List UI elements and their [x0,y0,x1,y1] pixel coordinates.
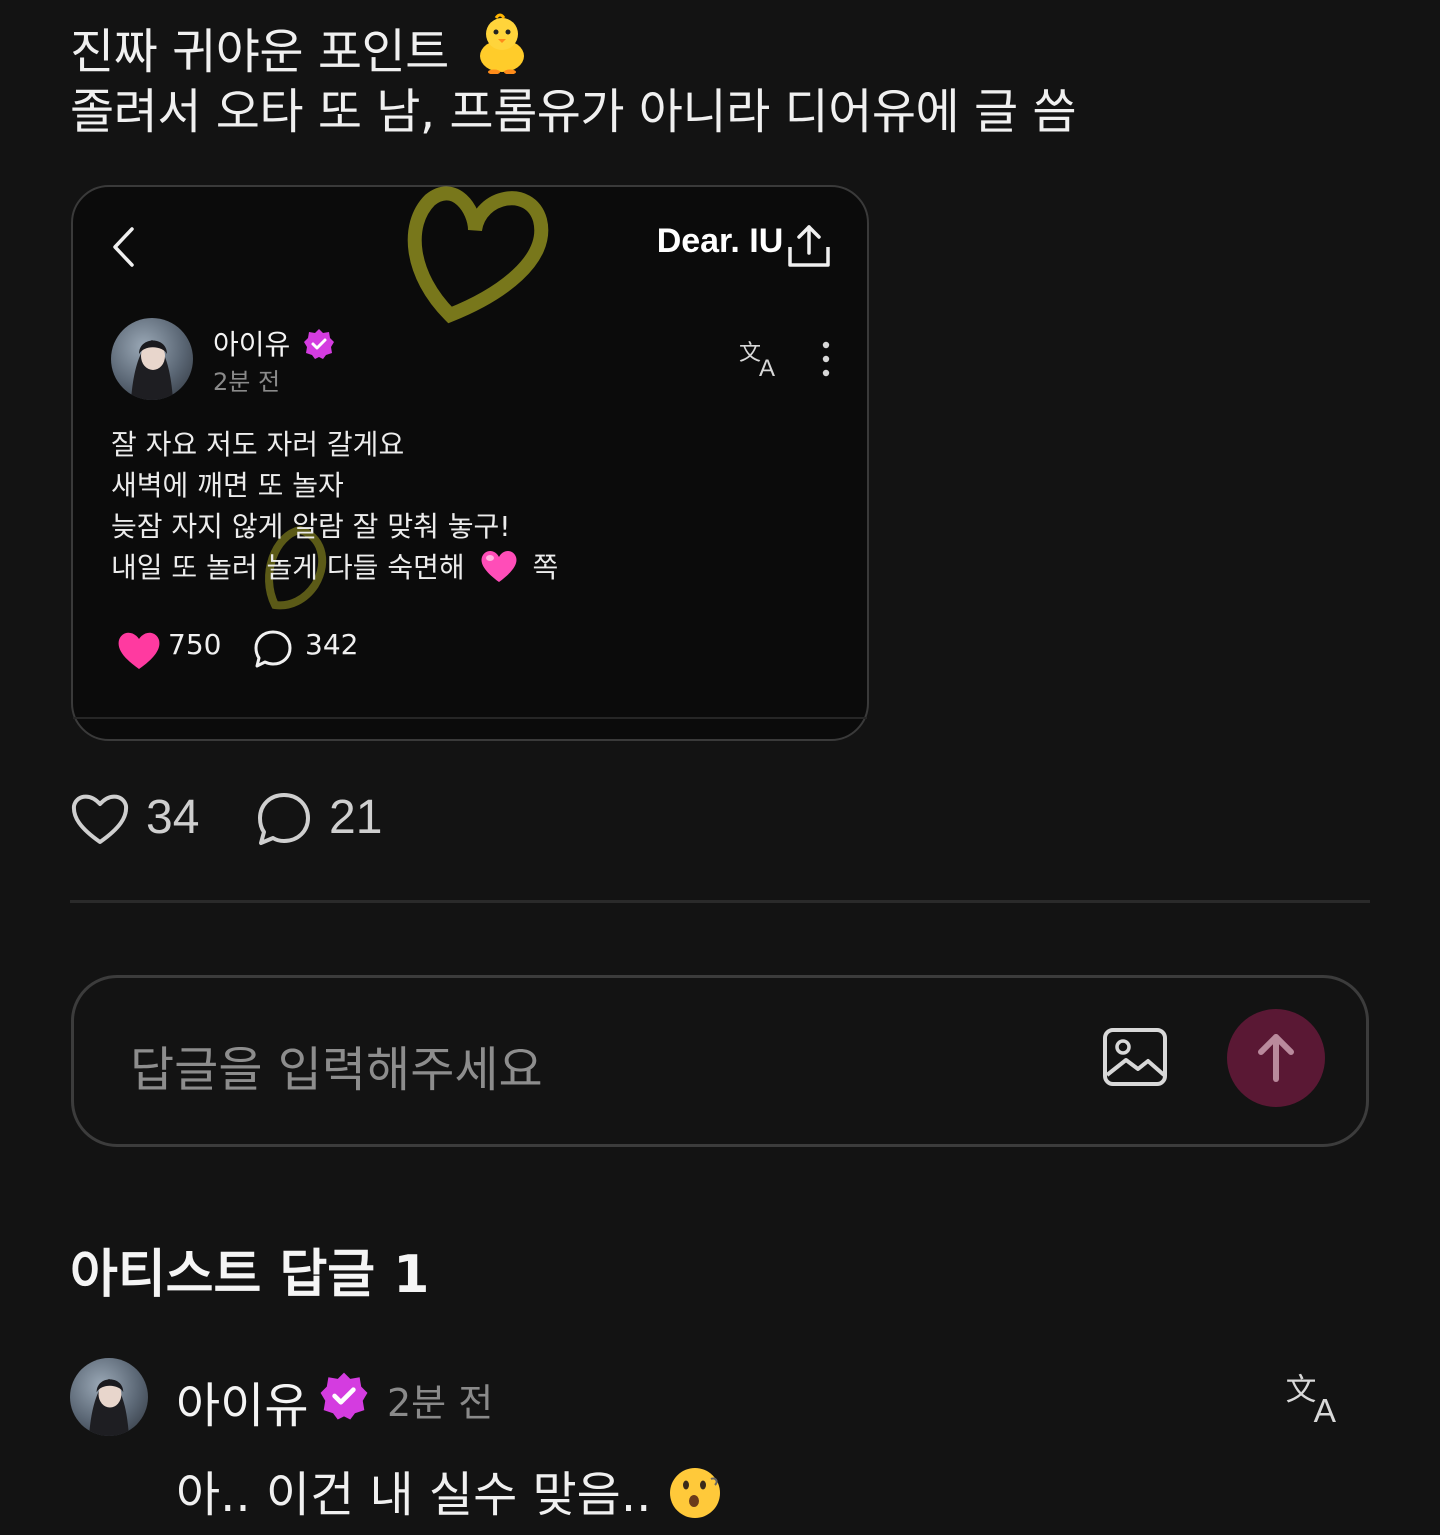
svg-text:A: A [1314,1393,1337,1425]
like-count: 34 [146,791,200,844]
svg-text:文: 文 [1286,1372,1317,1408]
svg-text:文: 文 [739,341,761,366]
comment-icon[interactable] [252,628,294,670]
card-body-line-text: 내일 또 놀러 놀게 다들 숙면해 [111,551,465,584]
card-author-text: 아이유 [213,328,291,361]
card-body-line: 내일 또 놀러 놀게 다들 숙면해 쪽 [111,547,558,588]
avatar[interactable] [111,318,193,400]
like-heart-icon[interactable] [70,790,130,846]
arrow-up-icon [1258,1034,1294,1082]
comment-bubble-icon[interactable] [255,790,313,848]
svg-text:A: A [759,355,775,378]
card-body-line: 잘 자요 저도 자러 갈게요 [111,428,405,461]
card-comment-count: 342 [305,628,359,661]
surprised-face-emoji-icon [667,1465,723,1533]
card-body-suffix: 쪽 [532,551,559,584]
card-body-text: 잘 자요 저도 자러 갈게요 새벽에 깨면 또 놀자 늦잠 자지 않게 알람 잘… [111,424,558,588]
post-line-1-text: 진짜 귀야운 포인트 [70,24,449,80]
reply-text-content: 아.. 이건 내 실수 맞음.. [176,1467,652,1523]
pink-heart-emoji-icon [480,549,518,594]
chick-emoji-icon [474,12,530,88]
reply-input-placeholder[interactable]: 답글을 입력해주세요 [130,1030,543,1100]
send-button[interactable] [1227,1009,1325,1107]
card-title: Dear. IU [656,222,784,260]
card-like-count: 750 [168,628,222,661]
post-text-line-2: 졸려서 오타 또 남, 프롬유가 아니라 디어유에 글 씀 [70,84,1077,140]
card-author-name[interactable]: 아이유 [213,323,335,367]
verified-badge-icon [318,1370,370,1422]
artist-replies-title: 아티스트 답글 1 [70,1245,430,1305]
heart-filled-icon[interactable] [116,629,162,671]
more-vertical-icon[interactable] [812,338,840,380]
card-body-line: 새벽에 깨면 또 놀자 [111,469,344,502]
reply-avatar[interactable] [70,1358,148,1436]
translate-icon[interactable]: 文 A [738,337,782,379]
verified-badge-icon [303,328,335,367]
reply-timestamp: 2분 전 [387,1381,494,1425]
post-text-line-1: 진짜 귀야운 포인트 [70,12,530,88]
reply-text: 아.. 이건 내 실수 맞음.. [176,1455,723,1533]
card-body-line: 늦잠 자지 않게 알람 잘 맞춰 놓구! [111,510,511,543]
card-divider [73,717,867,719]
divider [70,900,1370,903]
page: 진짜 귀야운 포인트 졸려서 오타 또 남, 프롬유가 아니라 디어유에 글 씀… [0,0,1440,1535]
comment-count: 21 [329,791,383,844]
translate-icon[interactable]: 文 A [1284,1368,1346,1426]
card-timestamp: 2분 전 [213,368,281,396]
share-icon[interactable] [785,222,833,270]
reply-author-name[interactable]: 아이유 [176,1366,308,1436]
image-upload-icon[interactable] [1102,1026,1168,1088]
